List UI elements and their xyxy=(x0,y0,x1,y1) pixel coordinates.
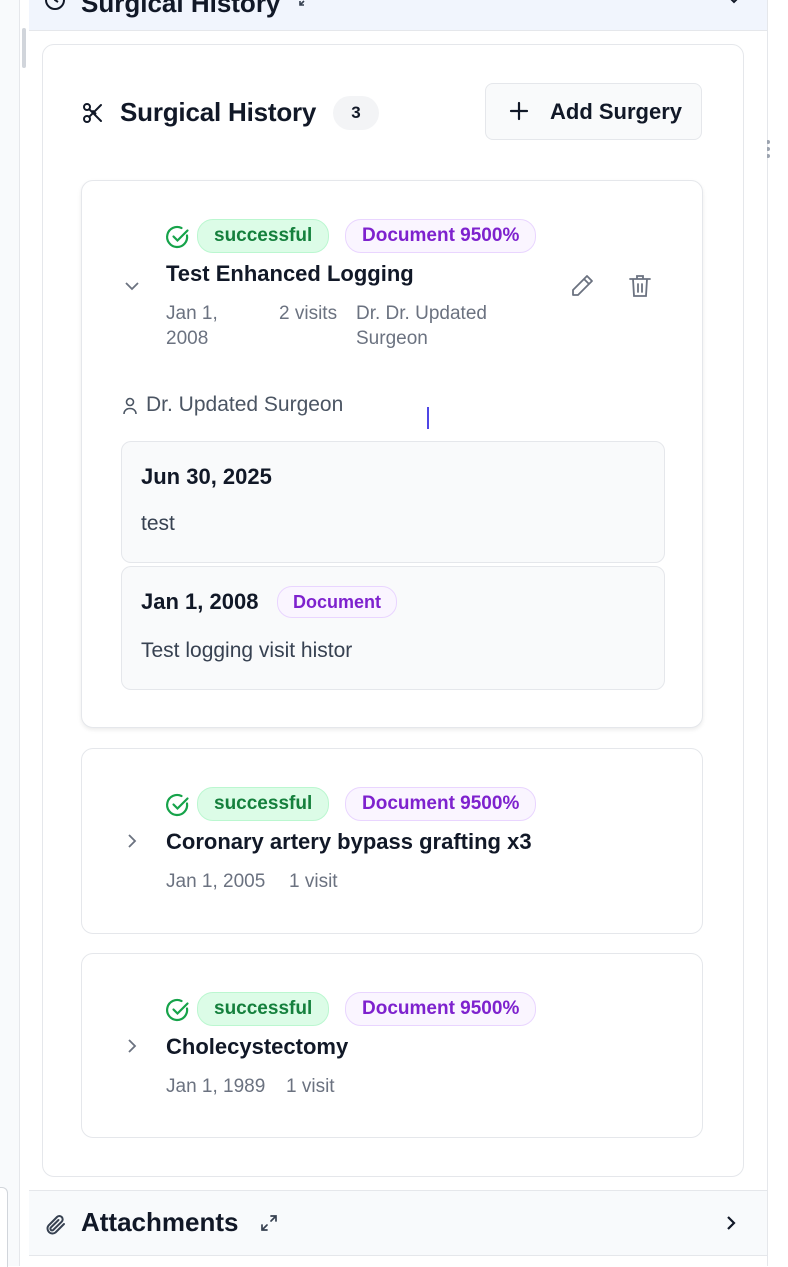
visit-note: test xyxy=(141,512,175,535)
visit-date: Jun 30, 2025 xyxy=(141,464,272,489)
surgical-history-card: Surgical History 3 Add Surgery successfu… xyxy=(42,44,744,1177)
edit-pencil-icon[interactable] xyxy=(568,272,596,305)
attachments-title: Attachments xyxy=(81,1207,239,1237)
medical-record-panel: Surgical History Surgical History 3 Add … xyxy=(29,0,767,1266)
expand-icon[interactable] xyxy=(259,1213,279,1238)
left-panel-corner xyxy=(0,1187,8,1267)
surgical-history-title: Surgical History xyxy=(120,97,317,127)
source-badge: Document 9500% xyxy=(345,219,537,253)
chevron-down-icon[interactable] xyxy=(122,276,142,301)
chevron-right-icon[interactable] xyxy=(122,1036,142,1061)
surgery-title: Cholecystectomy xyxy=(166,1034,349,1059)
visit-count: 2 visits xyxy=(279,303,338,324)
surgery-date: Jan 1, 2008 xyxy=(166,303,218,349)
source-badge: Document 9500% xyxy=(345,992,537,1026)
status-badge: successful xyxy=(197,992,330,1026)
surgery-title: Test Enhanced Logging xyxy=(166,261,414,286)
paperclip-icon xyxy=(43,1212,69,1243)
check-circle-icon xyxy=(165,792,191,823)
surgery-title: Coronary artery bypass grafting x3 xyxy=(166,829,532,854)
add-surgery-label: Add Surgery xyxy=(550,99,683,124)
visit-entry: Jan 1, 2008 Document Test logging visit … xyxy=(121,566,665,690)
scissors-icon xyxy=(81,101,105,130)
history-clock-icon xyxy=(43,0,67,17)
plus-icon xyxy=(508,100,530,127)
scrollbar-thumb[interactable] xyxy=(22,28,26,68)
visit-entry: Jun 30, 2025 test xyxy=(121,441,665,563)
surgery-count-badge: 3 xyxy=(333,96,379,130)
check-circle-icon xyxy=(165,224,191,255)
document-badge: Document xyxy=(277,586,398,618)
left-panel-edge xyxy=(0,0,20,1266)
surgeon-name: Dr. Dr. Updated Surgeon xyxy=(356,303,487,349)
visit-count: 1 visit xyxy=(286,1076,335,1097)
add-surgery-button[interactable]: Add Surgery xyxy=(485,83,702,140)
person-icon xyxy=(122,397,138,421)
status-badge: successful xyxy=(197,787,330,821)
trash-icon[interactable] xyxy=(626,272,654,305)
right-rail xyxy=(767,0,788,1266)
chevron-right-icon[interactable] xyxy=(721,1213,741,1238)
surgical-history-section-header[interactable]: Surgical History xyxy=(29,0,767,31)
expand-icon[interactable] xyxy=(297,0,313,13)
visit-note: Test logging visit histor xyxy=(141,639,353,662)
text-cursor xyxy=(427,407,429,429)
surgery-date: Jan 1, 1989 xyxy=(166,1076,266,1097)
chevron-down-icon[interactable] xyxy=(725,0,743,13)
chevron-right-icon[interactable] xyxy=(122,831,142,856)
check-circle-icon xyxy=(165,997,191,1028)
attachments-section-header[interactable]: Attachments xyxy=(29,1190,767,1256)
surgery-card: successful Document 9500% Test Enhanced … xyxy=(81,180,703,728)
visit-count: 1 visit xyxy=(289,871,338,892)
source-badge: Document 9500% xyxy=(345,787,537,821)
surgery-card[interactable]: successful Document 9500% Cholecystectom… xyxy=(81,953,703,1138)
status-badge: successful xyxy=(197,219,330,253)
surgery-date: Jan 1, 2005 xyxy=(166,871,266,892)
surgery-card[interactable]: successful Document 9500% Coronary arter… xyxy=(81,748,703,934)
section-header-title: Surgical History xyxy=(81,0,281,18)
surgeon-detail-name: Dr. Updated Surgeon xyxy=(146,393,344,416)
visit-date: Jan 1, 2008 xyxy=(141,589,259,614)
